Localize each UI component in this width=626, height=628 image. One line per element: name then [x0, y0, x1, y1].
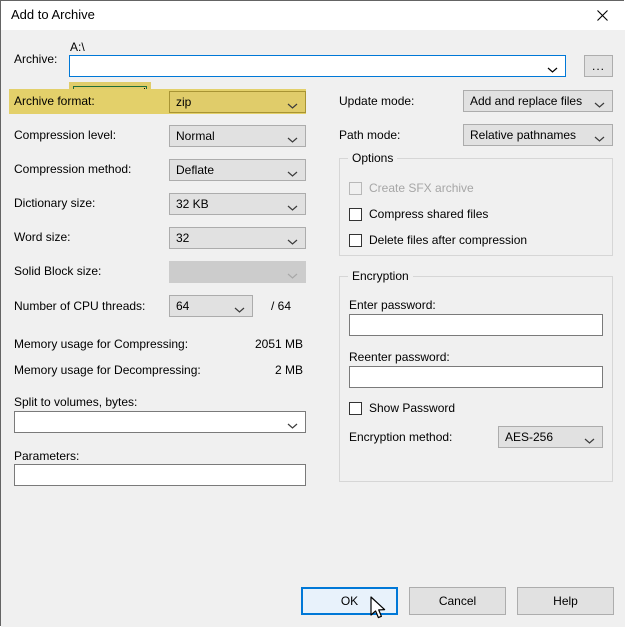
- word-size-value: 32: [176, 231, 189, 245]
- word-size-label: Word size:: [14, 230, 70, 244]
- close-button[interactable]: [579, 1, 625, 29]
- archive-format-value: zip: [176, 95, 191, 109]
- cancel-button[interactable]: Cancel: [409, 587, 506, 615]
- dialog-body: Archive: A:\ container.zip ... Archive f…: [1, 30, 625, 627]
- chevron-down-icon: [287, 133, 298, 140]
- checkbox-icon: [349, 402, 362, 415]
- compression-method-value: Deflate: [176, 163, 214, 177]
- title-bar: Add to Archive: [1, 1, 625, 30]
- checkbox-icon: [349, 234, 362, 247]
- chevron-down-icon: [594, 132, 605, 139]
- close-icon: [597, 10, 608, 21]
- archive-format-label: Archive format:: [14, 94, 95, 108]
- cpu-threads-value: 64: [176, 299, 189, 313]
- parameters-label: Parameters:: [14, 449, 79, 463]
- solid-block-size-combo: [169, 261, 306, 283]
- compression-level-value: Normal: [176, 129, 215, 143]
- chevron-down-icon: [584, 434, 595, 441]
- ok-button[interactable]: OK: [301, 587, 398, 615]
- chevron-down-icon: [547, 63, 558, 70]
- cpu-threads-total: / 64: [271, 299, 291, 313]
- chevron-down-icon: [234, 303, 245, 310]
- options-group-title: Options: [348, 151, 397, 165]
- encryption-method-label: Encryption method:: [349, 430, 452, 444]
- chevron-down-icon: [287, 269, 298, 276]
- encryption-group-title: Encryption: [348, 269, 413, 283]
- parameters-input[interactable]: [14, 464, 306, 486]
- chevron-down-icon: [594, 98, 605, 105]
- memory-decompress-label: Memory usage for Decompressing:: [14, 363, 201, 377]
- chevron-down-icon: [287, 235, 298, 242]
- memory-decompress-value: 2 MB: [183, 363, 303, 377]
- cpu-threads-label: Number of CPU threads:: [14, 299, 145, 313]
- encryption-method-value: AES-256: [505, 430, 553, 444]
- dictionary-size-value: 32 KB: [176, 197, 209, 211]
- checkbox-icon: [349, 208, 362, 221]
- split-volumes-combo[interactable]: [14, 411, 306, 433]
- add-to-archive-dialog: Add to Archive Archive: A:\ container.zi…: [0, 0, 624, 626]
- enter-password-label: Enter password:: [349, 298, 436, 312]
- split-volumes-label: Split to volumes, bytes:: [14, 395, 137, 409]
- window-title: Add to Archive: [11, 7, 95, 22]
- checkbox-label: Create SFX archive: [369, 181, 474, 195]
- archive-format-combo[interactable]: zip: [169, 91, 306, 113]
- dictionary-size-combo[interactable]: 32 KB: [169, 193, 306, 215]
- update-mode-value: Add and replace files: [470, 94, 582, 108]
- word-size-combo[interactable]: 32: [169, 227, 306, 249]
- reenter-password-input[interactable]: [349, 366, 603, 388]
- checkbox-create-sfx-archive: Create SFX archive: [349, 181, 474, 195]
- checkbox-icon: [349, 182, 362, 195]
- archive-label: Archive:: [14, 52, 57, 66]
- archive-path-combo[interactable]: [69, 55, 566, 77]
- chevron-down-icon: [287, 99, 298, 106]
- checkbox-show-password[interactable]: Show Password: [349, 401, 455, 415]
- path-mode-combo[interactable]: Relative pathnames: [463, 124, 613, 146]
- memory-compress-value: 2051 MB: [183, 337, 303, 351]
- memory-compress-label: Memory usage for Compressing:: [14, 337, 188, 351]
- update-mode-combo[interactable]: Add and replace files: [463, 90, 613, 112]
- chevron-down-icon: [287, 167, 298, 174]
- checkbox-label: Show Password: [369, 401, 455, 415]
- cpu-threads-combo[interactable]: 64: [169, 295, 253, 317]
- path-mode-value: Relative pathnames: [470, 128, 576, 142]
- update-mode-label: Update mode:: [339, 94, 414, 108]
- archive-path: A:\: [70, 40, 85, 54]
- dictionary-size-label: Dictionary size:: [14, 196, 95, 210]
- compression-level-label: Compression level:: [14, 128, 116, 142]
- chevron-down-icon: [287, 419, 298, 426]
- checkbox-compress-shared-files[interactable]: Compress shared files: [349, 207, 488, 221]
- checkbox-delete-files-after-compression[interactable]: Delete files after compression: [349, 233, 527, 247]
- checkbox-label: Compress shared files: [369, 207, 488, 221]
- encryption-method-combo[interactable]: AES-256: [498, 426, 603, 448]
- solid-block-size-label: Solid Block size:: [14, 264, 101, 278]
- chevron-down-icon: [287, 201, 298, 208]
- path-mode-label: Path mode:: [339, 128, 400, 142]
- compression-method-combo[interactable]: Deflate: [169, 159, 306, 181]
- browse-button[interactable]: ...: [584, 55, 613, 77]
- help-button[interactable]: Help: [517, 587, 614, 615]
- compression-method-label: Compression method:: [14, 162, 131, 176]
- enter-password-input[interactable]: [349, 314, 603, 336]
- reenter-password-label: Reenter password:: [349, 350, 450, 364]
- compression-level-combo[interactable]: Normal: [169, 125, 306, 147]
- checkbox-label: Delete files after compression: [369, 233, 527, 247]
